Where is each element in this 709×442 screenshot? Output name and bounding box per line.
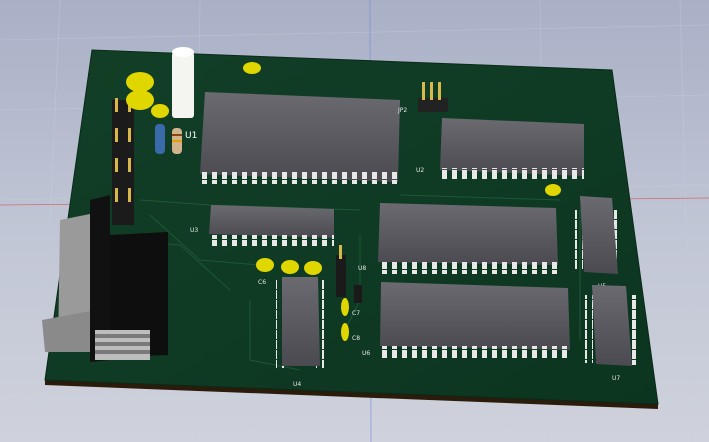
label-u7: U7 (612, 375, 620, 382)
label-jp2: JP2 (397, 107, 407, 114)
chip-u8[interactable]: U8 (358, 203, 558, 274)
label-u1: U1 (185, 131, 197, 141)
label-c8: C8 (352, 335, 360, 342)
chip-u1[interactable]: U1 (185, 92, 400, 184)
chip-u3[interactable]: U3 (190, 205, 334, 246)
label-c7: C7 (352, 310, 360, 317)
label-u8: U8 (358, 265, 366, 272)
crystal (172, 47, 194, 118)
pcb-3d-scene: U1 U2 U3 U8 U6 U4 U5 (0, 0, 709, 442)
chip-u6[interactable]: U6 (362, 282, 570, 358)
label-u3: U3 (190, 227, 198, 234)
label-u2: U2 (416, 167, 424, 174)
label-u4: U4 (293, 381, 301, 388)
label-u6: U6 (362, 350, 370, 357)
label-c6: C6 (258, 279, 266, 286)
3d-viewer-canvas[interactable]: U1 U2 U3 U8 U6 U4 U5 (0, 0, 709, 442)
pin-header-left[interactable] (112, 98, 134, 225)
